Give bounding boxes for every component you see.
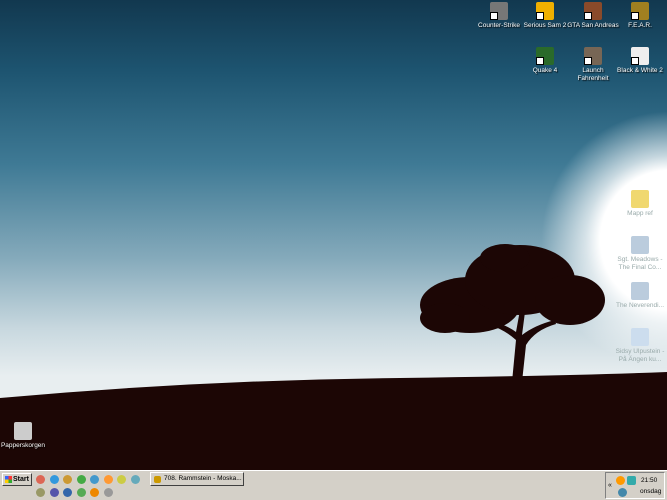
vlc-icon[interactable] xyxy=(90,488,99,497)
pen-icon[interactable] xyxy=(130,475,140,484)
chrome-icon[interactable] xyxy=(76,475,86,484)
desktop-icon-label: Sgt. Meadows - The Final Co... xyxy=(617,256,663,271)
desktop: Counter-Strike Serious Sam 2 GTA San Andre… xyxy=(0,0,667,470)
desktop-icon[interactable]: GTA San Andreas xyxy=(567,2,619,30)
chat-icon[interactable] xyxy=(76,488,86,497)
desktop-icon-label: Papperskorgen xyxy=(0,442,46,449)
media-icon[interactable] xyxy=(117,475,126,484)
desktop-icon-label: Sidsy Ulpustein - På Ängen ku... xyxy=(615,348,665,363)
system-tray: « 21:50 onsdag xyxy=(605,472,665,499)
document-icon xyxy=(631,236,649,254)
recycle-bin-icon xyxy=(14,422,32,440)
recycle-icon[interactable] xyxy=(36,488,45,497)
desktop-icon-label: GTA San Andreas xyxy=(567,22,619,29)
user-tray-icon[interactable] xyxy=(618,488,627,497)
desktop-icon[interactable]: Quake 4 xyxy=(519,47,571,75)
desktop-icon[interactable]: Sgt. Meadows - The Final Co... xyxy=(614,236,666,272)
desktop-icon[interactable]: Black & White 2 xyxy=(614,47,666,75)
outlook-icon[interactable] xyxy=(63,488,72,497)
desktop-icon[interactable]: F.E.A.R. xyxy=(614,2,666,30)
taskbar-button-rammstein[interactable]: 708. Rammstein - Moska... xyxy=(150,472,244,486)
ie-icon[interactable] xyxy=(49,475,59,484)
desktop-icon[interactable]: Papperskorgen xyxy=(0,422,49,450)
start-button[interactable]: Start xyxy=(2,473,32,486)
messenger-icon[interactable] xyxy=(103,475,113,484)
winamp-icon[interactable] xyxy=(63,475,72,484)
messenger-tray-icon[interactable] xyxy=(616,476,625,485)
desktop-icon-label: Black & White 2 xyxy=(617,67,663,74)
desktop-icon-label: Quake 4 xyxy=(532,67,558,74)
desktop-icon-label: Serious Sam 2 xyxy=(523,22,567,29)
desktop-icon-label: Launch Fahrenheit xyxy=(577,67,609,82)
fear-icon xyxy=(631,2,649,20)
desktop-icon-label: Mapp ref xyxy=(627,210,653,217)
black-white-icon xyxy=(631,47,649,65)
day-label: onsdag xyxy=(640,488,662,495)
media-file-icon xyxy=(631,328,649,346)
document-icon xyxy=(631,282,649,300)
network-icon[interactable] xyxy=(49,488,59,497)
desktop-icon[interactable]: Counter-Strike xyxy=(473,2,525,30)
firefox-icon[interactable] xyxy=(36,475,45,484)
desktop-icon[interactable]: Launch Fahrenheit xyxy=(567,47,619,83)
desktop-icon-label: Counter-Strike xyxy=(478,22,520,29)
clock[interactable]: 21:50 xyxy=(641,477,657,484)
gta-icon xyxy=(584,2,602,20)
folder-icon xyxy=(631,190,649,208)
desktop-icon[interactable]: Mapp ref xyxy=(614,190,666,218)
quake-icon xyxy=(536,47,554,65)
desktop-icon[interactable]: Sidsy Ulpustein - På Ängen ku... xyxy=(614,328,666,364)
taskbar: Start 708. Rammstein - Moska... « 21:50 … xyxy=(0,470,667,500)
drive-icon[interactable] xyxy=(103,488,113,497)
fahrenheit-icon xyxy=(584,47,602,65)
desktop-icon-label: The Neverendi... xyxy=(615,302,665,309)
desktop-icon[interactable]: The Neverendi... xyxy=(614,282,666,310)
desktop-icon-label: F.E.A.R. xyxy=(628,22,652,29)
tray-expand-button[interactable]: « xyxy=(608,482,612,489)
counter-strike-icon xyxy=(490,2,508,20)
desktop-icon[interactable]: Serious Sam 2 xyxy=(519,2,571,30)
serious-sam-icon xyxy=(536,2,554,20)
notepad-icon[interactable] xyxy=(90,475,99,484)
network-tray-icon[interactable] xyxy=(627,476,636,485)
